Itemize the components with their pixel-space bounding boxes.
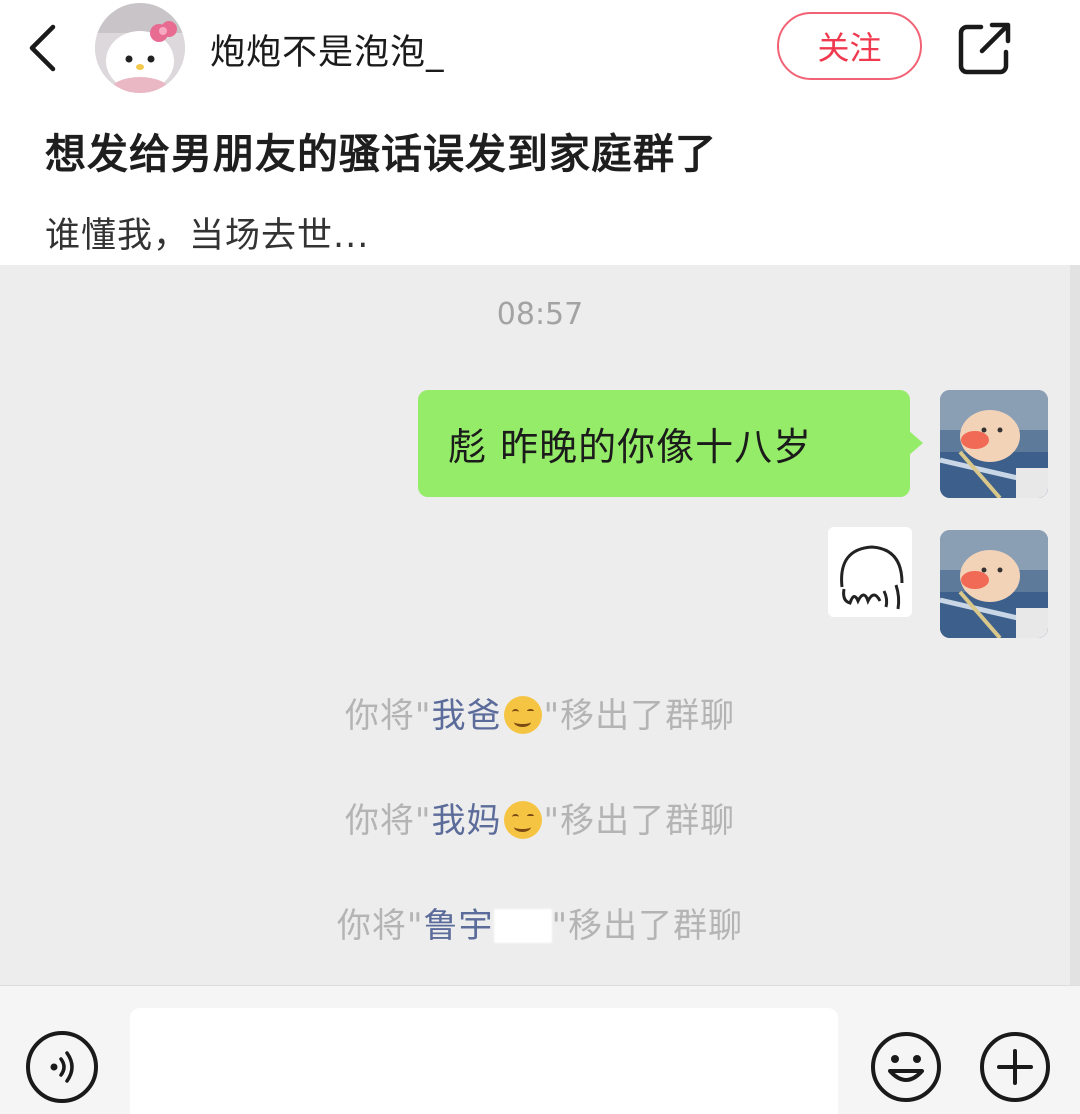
image-edge xyxy=(1070,265,1080,985)
chat-timestamp: 08:57 xyxy=(496,297,584,332)
system-message-prefix: 你将" xyxy=(336,906,424,946)
redaction-mark xyxy=(493,909,552,943)
follow-label: 关注 xyxy=(817,29,882,67)
emoji-icon xyxy=(871,1032,941,1102)
share-icon xyxy=(958,22,1011,75)
chevron-left-icon xyxy=(29,24,56,72)
system-message-suffix: "移出了群聊 xyxy=(543,801,736,841)
sender-avatar[interactable] xyxy=(940,530,1048,638)
system-message-prefix: 你将" xyxy=(344,801,432,841)
removed-member-name: 我爸 xyxy=(431,696,502,736)
share-button[interactable] xyxy=(955,18,1017,78)
author-avatar[interactable] xyxy=(95,3,185,93)
system-message: 你将"我妈 "移出了群聊 xyxy=(0,793,1080,842)
message-text: 彪 昨晚的你像十八岁 xyxy=(448,425,813,469)
chat-input-bar xyxy=(0,985,1080,1114)
avatar-image xyxy=(95,3,185,93)
sender-avatar-image xyxy=(940,530,1048,638)
plus-icon xyxy=(980,1032,1050,1102)
bubble-tail xyxy=(908,430,923,456)
system-message: 你将"我爸 "移出了群聊 xyxy=(0,688,1080,737)
post-title: 想发给男朋友的骚话误发到家庭群了 xyxy=(45,130,717,178)
smiling-face-icon xyxy=(503,801,542,839)
follow-button[interactable]: 关注 xyxy=(777,12,922,80)
sticker-image[interactable] xyxy=(828,527,912,617)
message-input[interactable] xyxy=(130,1008,838,1114)
author-name[interactable]: 炮炮不是泡泡_ xyxy=(210,24,445,75)
sticker-drawing xyxy=(828,527,912,617)
system-message: 你将"鲁宇 "移出了群聊 xyxy=(0,898,1080,947)
plus-button[interactable] xyxy=(978,1031,1052,1103)
voice-icon xyxy=(50,1051,74,1083)
system-message-suffix: "移出了群聊 xyxy=(543,696,736,736)
removed-member-name: 鲁宇 xyxy=(423,906,494,946)
voice-button[interactable] xyxy=(26,1031,98,1103)
smiling-face-icon xyxy=(503,696,542,734)
back-button[interactable] xyxy=(22,22,62,74)
sent-message-bubble[interactable]: 彪 昨晚的你像十八岁 xyxy=(418,390,910,497)
emoji-button[interactable] xyxy=(870,1031,942,1103)
system-message-prefix: 你将" xyxy=(344,696,432,736)
post-body: 谁懂我，当场去世... xyxy=(45,216,370,256)
system-message-suffix: "移出了群聊 xyxy=(551,906,744,946)
removed-member-name: 我妈 xyxy=(431,801,502,841)
post-header: 炮炮不是泡泡_ 关注 xyxy=(0,0,1080,95)
sender-avatar[interactable] xyxy=(940,390,1048,498)
sender-avatar-image xyxy=(940,390,1048,498)
